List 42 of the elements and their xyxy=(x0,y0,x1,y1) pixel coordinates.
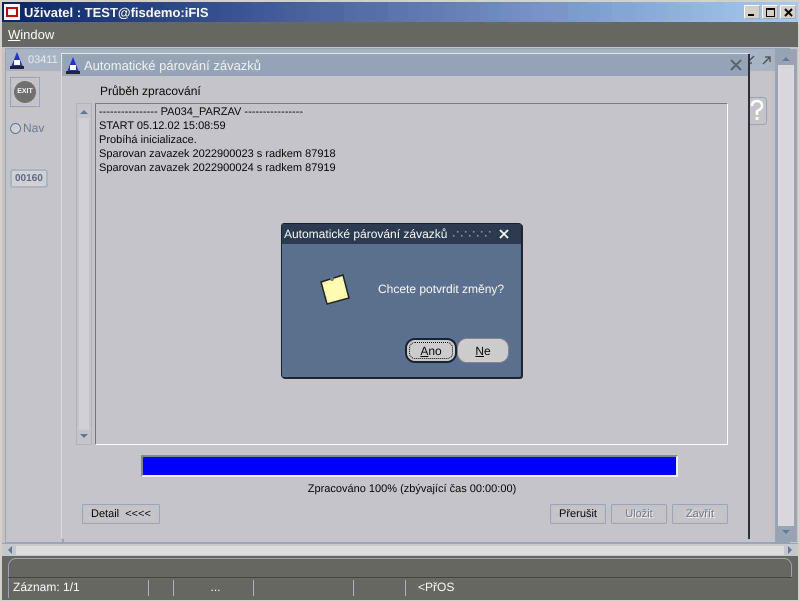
window-icon xyxy=(65,56,81,74)
close-icon xyxy=(784,8,792,16)
vertical-scrollbar[interactable] xyxy=(76,103,92,445)
log-line: START 05.12.02 15:08:59 xyxy=(99,120,227,132)
scroll-down-arrow-icon[interactable] xyxy=(781,528,791,536)
minimize-button[interactable] xyxy=(744,5,760,19)
app-icon xyxy=(4,4,20,20)
dialog-button[interactable]: Přerušit xyxy=(550,504,606,524)
dialog-title: Automatické párování závazků xyxy=(284,227,448,241)
status-field: <PřOS xyxy=(406,580,454,596)
dialog-message: Chcete potvrdit změny? xyxy=(378,282,504,296)
window-title: Automatické párování závazků xyxy=(84,58,262,72)
log-line: Sparovan zavazek 2022900023 s radkem 87918 xyxy=(99,148,337,160)
scroll-up-arrow-icon[interactable] xyxy=(79,108,89,116)
window-title: Uživatel : TEST@fisdemo:iFIS xyxy=(24,4,210,20)
note-icon xyxy=(318,272,352,306)
dialog-button[interactable]: Ne xyxy=(457,338,509,363)
window-title: 03411 xyxy=(28,54,58,66)
menu-item[interactable]: Window xyxy=(8,27,54,42)
scroll-right-arrow-icon[interactable] xyxy=(786,545,794,555)
log-label: Průběh zpracování xyxy=(100,84,202,98)
dialog-button[interactable]: Detail <<<< xyxy=(82,504,160,524)
log-line: ---------------- PA034_PARZAV ---------------- xyxy=(99,106,304,118)
progress-caption: Zpracováno 100% (zbývající čas 00:00:00) xyxy=(308,483,516,495)
radio-label: Nav xyxy=(23,121,44,135)
maximize-icon[interactable] xyxy=(761,54,773,66)
maximize-icon xyxy=(766,8,774,16)
status-field: ... xyxy=(174,580,254,596)
scroll-up-arrow-icon[interactable] xyxy=(781,55,791,63)
log-line: Sparovan zavazek 2022900024 s radkem 87919 xyxy=(99,162,337,174)
scroll-left-arrow-icon[interactable] xyxy=(6,545,14,555)
status-field: Záznam: 1/1 xyxy=(9,580,149,596)
horizontal-scrollbar[interactable] xyxy=(2,543,798,556)
radio-button[interactable] xyxy=(10,122,21,134)
log-line: Probíhá inicializace. xyxy=(99,134,198,146)
close-button[interactable] xyxy=(780,5,796,19)
scroll-down-arrow-icon[interactable] xyxy=(79,432,89,440)
window-icon xyxy=(9,51,25,69)
vertical-scrollbar[interactable] xyxy=(775,49,797,542)
maximize-button[interactable] xyxy=(762,5,778,19)
dialog-button[interactable]: Ano xyxy=(405,338,457,363)
record-field[interactable]: 00160 xyxy=(10,169,48,188)
